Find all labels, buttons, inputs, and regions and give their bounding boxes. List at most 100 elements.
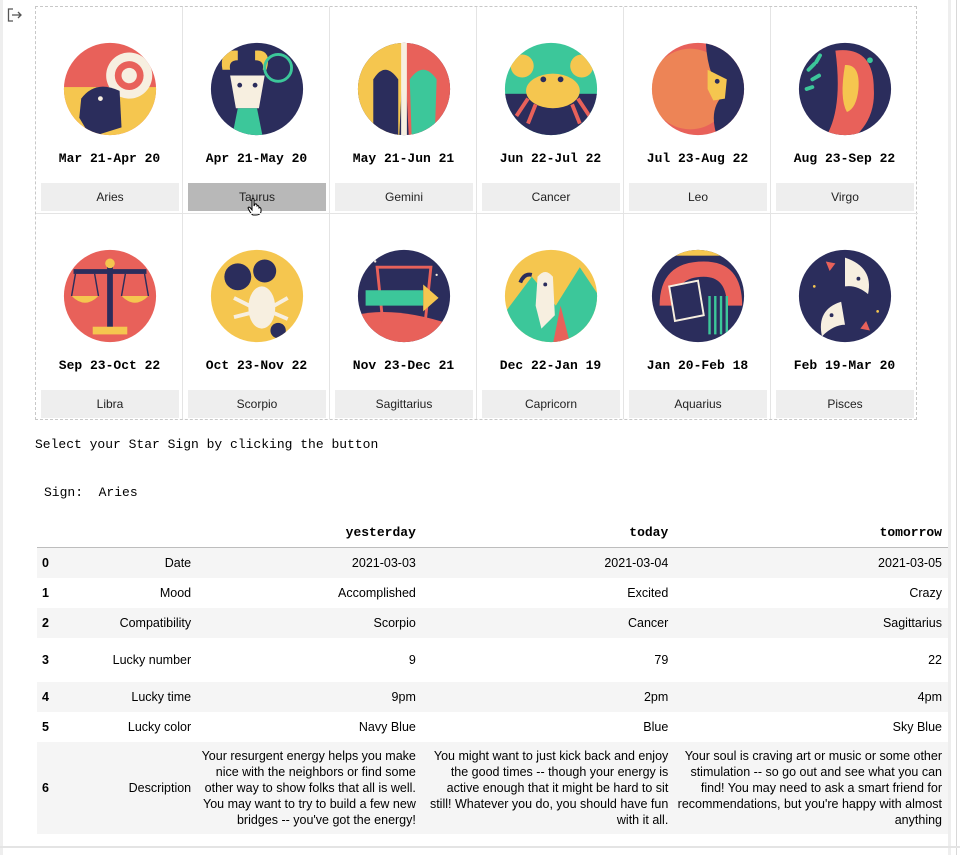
pisces-fish-icon (798, 249, 892, 343)
sign-dates: Jul 23-Aug 22 (646, 151, 749, 166)
cell-today: Blue (643, 720, 669, 734)
leo-lion-icon (651, 42, 745, 136)
cell-today: 79 (654, 653, 669, 667)
cell-today: You might want to just kick back and enj… (429, 749, 669, 827)
cell-bottom-border (0, 846, 960, 848)
cell-tomorrow: Sagittarius (882, 616, 942, 630)
instruction-text: Select your Star Sign by clicking the bu… (35, 437, 379, 452)
cell-today: Cancer (628, 616, 669, 630)
sign-card-taurus: Apr 21-May 20 Taurus (183, 7, 330, 216)
cancer-crab-icon (504, 42, 598, 136)
row-index: 6 (42, 781, 49, 795)
virgo-maiden-icon (798, 42, 892, 136)
sign-card-aries: Mar 21-Apr 20 Aries (36, 7, 183, 213)
sign-card-cancer: Jun 22-Jul 22 Cancer (477, 7, 624, 213)
output-arrow-icon[interactable] (7, 8, 23, 22)
table-row: 0 Date 2021-03-03 2021-03-04 2021-03-05 (37, 547, 948, 578)
table-row: 4 Lucky time 9pm 2pm 4pm (37, 682, 948, 712)
index-header (37, 517, 62, 548)
sign-button-scorpio[interactable]: Scorpio (188, 390, 326, 418)
sign-button-sagittarius[interactable]: Sagittarius (335, 390, 473, 418)
row-label: Date (164, 556, 192, 570)
libra-scales-icon (63, 249, 157, 343)
sign-value: Aries (98, 485, 138, 500)
row-label: Mood (159, 586, 192, 600)
row-index: 4 (42, 690, 49, 704)
sign-button-libra[interactable]: Libra (41, 390, 179, 418)
sign-dates: Sep 23-Oct 22 (58, 358, 161, 373)
output-scroll-edge (956, 0, 957, 855)
sign-card-virgo: Aug 23-Sep 22 Virgo (771, 7, 918, 213)
output-scroll-border (948, 0, 951, 855)
table-row: 1 Mood Accomplished Excited Crazy (37, 578, 948, 608)
cell-yesterday: 9 (408, 653, 416, 667)
cell-yesterday: Scorpio (373, 616, 416, 630)
cell-yesterday: Navy Blue (358, 720, 416, 734)
aquarius-water-icon (651, 249, 745, 343)
cell-tomorrow: Sky Blue (892, 720, 942, 734)
table-header-row: yesterday today tomorrow (37, 517, 948, 548)
sign-dates: Dec 22-Jan 19 (499, 358, 602, 373)
cell-tomorrow: Crazy (909, 586, 942, 600)
label-header (61, 517, 198, 548)
cell-today: Excited (627, 586, 669, 600)
sign-label: Sign: (44, 485, 84, 500)
sign-dates: May 21-Jun 21 (352, 151, 455, 166)
gemini-twins-icon (357, 42, 451, 136)
star-sign-grid: Mar 21-Apr 20 Aries Apr 21-May 20 Taurus (35, 6, 918, 420)
row-label: Lucky time (131, 690, 192, 704)
sign-button-aquarius[interactable]: Aquarius (629, 390, 767, 418)
cell-yesterday: Your resurgent energy helps you make nic… (201, 749, 416, 827)
table-row: 3 Lucky number 9 79 22 (37, 638, 948, 682)
sign-button-aries[interactable]: Aries (41, 183, 179, 211)
aries-ram-icon (63, 42, 157, 136)
cell-today: 2021-03-04 (604, 556, 669, 570)
sign-button-capricorn[interactable]: Capricorn (482, 390, 620, 418)
column-header-today: today (421, 517, 675, 548)
sign-dates: Mar 21-Apr 20 (58, 151, 161, 166)
cell-today: 2pm (643, 690, 669, 704)
cell-yesterday: Accomplished (338, 586, 416, 600)
cell-yesterday: 2021-03-03 (351, 556, 416, 570)
column-header-yesterday: yesterday (197, 517, 422, 548)
sagittarius-arrow-icon (357, 249, 451, 343)
sign-button-virgo[interactable]: Virgo (776, 183, 914, 211)
sign-card-sagittarius: Nov 23-Dec 21 Sagittarius (330, 213, 477, 419)
sign-dates: Jan 20-Feb 18 (646, 358, 749, 373)
sign-card-aquarius: Jan 20-Feb 18 Aquarius (624, 213, 771, 419)
sign-dates: Nov 23-Dec 21 (352, 358, 455, 373)
sign-button-leo[interactable]: Leo (629, 183, 767, 211)
sign-dates: Apr 21-May 20 (205, 151, 308, 166)
row-index: 3 (42, 653, 49, 667)
taurus-bull-icon (210, 42, 304, 136)
capricorn-goat-icon (504, 249, 598, 343)
cell-tomorrow: 22 (928, 653, 942, 667)
cell-tomorrow: 4pm (917, 690, 942, 704)
row-index: 5 (42, 720, 49, 734)
selected-sign-line: Sign: Aries (44, 485, 138, 500)
sign-dates: Jun 22-Jul 22 (499, 151, 602, 166)
cell-tomorrow: Your soul is craving art or music or som… (677, 749, 942, 827)
row-index: 2 (42, 616, 49, 630)
horoscope-table: yesterday today tomorrow 0 Date 2021-03-… (37, 517, 948, 834)
table-row: 2 Compatibility Scorpio Cancer Sagittari… (37, 608, 948, 638)
cell-yesterday: 9pm (391, 690, 416, 704)
sign-card-gemini: May 21-Jun 21 Gemini (330, 7, 477, 213)
sign-dates: Feb 19-Mar 20 (793, 358, 896, 373)
cell-gutter-border (0, 0, 3, 855)
sign-dates: Oct 23-Nov 22 (205, 358, 308, 373)
row-index: 1 (42, 586, 49, 600)
row-label: Lucky number (112, 653, 192, 667)
sign-dates: Aug 23-Sep 22 (793, 151, 896, 166)
row-label: Lucky color (127, 720, 192, 734)
sign-button-gemini[interactable]: Gemini (335, 183, 473, 211)
sign-button-cancer[interactable]: Cancer (482, 183, 620, 211)
cell-tomorrow: 2021-03-05 (878, 556, 942, 570)
row-label: Description (128, 781, 192, 795)
sign-card-capricorn: Dec 22-Jan 19 Capricorn (477, 213, 624, 419)
sign-button-pisces[interactable]: Pisces (776, 390, 914, 418)
sign-card-pisces: Feb 19-Mar 20 Pisces (771, 213, 918, 419)
column-header-tomorrow: tomorrow (674, 517, 948, 548)
sign-card-leo: Jul 23-Aug 22 Leo (624, 7, 771, 213)
sign-card-scorpio: Oct 23-Nov 22 Scorpio (183, 213, 330, 419)
